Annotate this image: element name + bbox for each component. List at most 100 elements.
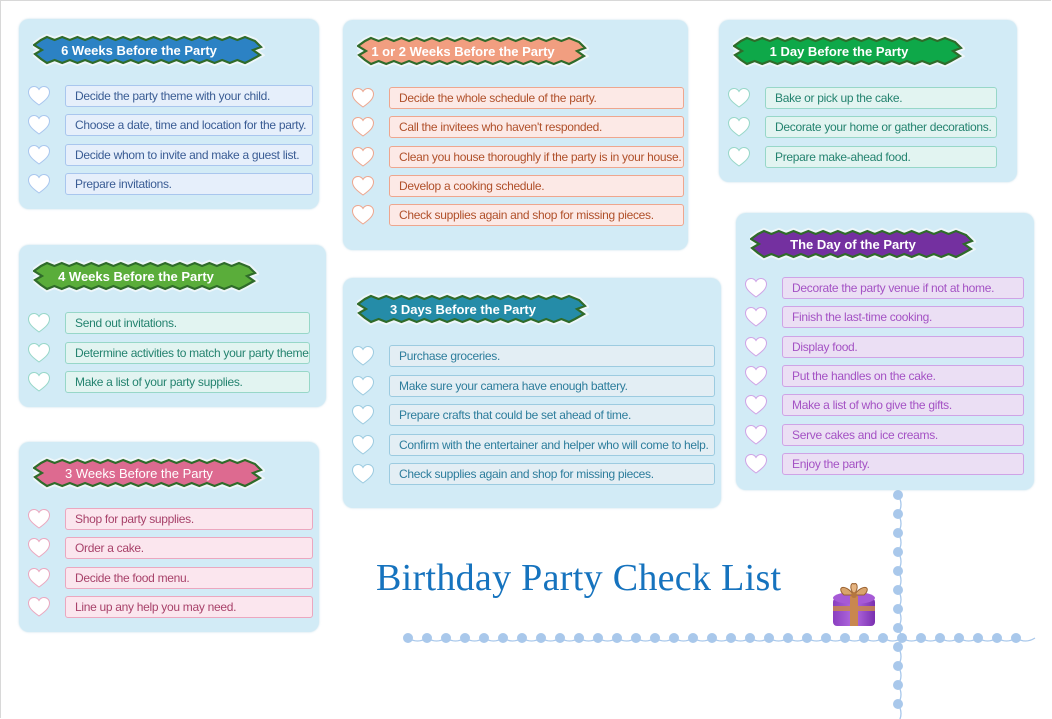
- checklist-item: Finish the last-time cooking.: [782, 306, 1024, 329]
- section-heading: The Day of the Party: [790, 236, 916, 252]
- checklist-item: Call the invitees who haven't responded.: [389, 116, 684, 139]
- checklist-item: Make a list of who give the gifts.: [782, 394, 1024, 417]
- checklist-item: Enjoy the party.: [782, 452, 1024, 475]
- heart-checkbox-icon[interactable]: [27, 85, 51, 107]
- heart-checkbox-icon[interactable]: [744, 306, 768, 328]
- bead: [893, 680, 903, 690]
- checklist-row: Send out invitations.: [27, 312, 310, 334]
- heart-checkbox-icon[interactable]: [27, 508, 51, 530]
- checklist-row: Check supplies again and shop for missin…: [351, 204, 684, 227]
- heart-checkbox-icon[interactable]: [351, 434, 375, 456]
- bead: [893, 623, 903, 633]
- heart-checkbox-icon[interactable]: [27, 114, 51, 136]
- bead: [707, 633, 717, 643]
- heart-checkbox-icon[interactable]: [351, 146, 375, 168]
- heart-checkbox-icon[interactable]: [27, 312, 51, 334]
- checklist-item: Line up any help you may need.: [65, 595, 313, 618]
- heart-checkbox-icon[interactable]: [351, 87, 375, 109]
- bead: [688, 633, 698, 643]
- bead: [612, 633, 622, 643]
- section-heading: 4 Weeks Before the Party: [58, 268, 214, 284]
- checklist-row: Make sure your camera have enough batter…: [351, 374, 715, 397]
- bead: [574, 633, 584, 643]
- bead: [631, 633, 641, 643]
- section-card-one-two-weeks: 1 or 2 Weeks Before the Party Decide the …: [343, 20, 688, 250]
- bead: [403, 633, 413, 643]
- bead: [669, 633, 679, 643]
- bead: [893, 699, 903, 709]
- heart-checkbox-icon[interactable]: [27, 371, 51, 393]
- bead: [893, 604, 903, 614]
- heart-checkbox-icon[interactable]: [27, 596, 51, 618]
- heart-checkbox-icon[interactable]: [744, 453, 768, 475]
- heart-checkbox-icon[interactable]: [727, 146, 751, 168]
- checklist-row: Decorate the party venue if not at home.: [744, 277, 1024, 299]
- checklist-item: Send out invitations.: [65, 312, 310, 334]
- checklist-item: Decide the party theme with your child.: [65, 85, 313, 107]
- heart-checkbox-icon[interactable]: [727, 116, 751, 138]
- bead: [441, 633, 451, 643]
- bead: [517, 633, 527, 643]
- heart-checkbox-icon[interactable]: [27, 342, 51, 364]
- checklist-item: Serve cakes and ice creams.: [782, 423, 1024, 446]
- checklist-item: Decorate your home or gather decorations…: [765, 116, 997, 139]
- checklist-row: Purchase groceries.: [351, 345, 715, 367]
- checklist-item: Determine activities to match your party…: [65, 341, 310, 364]
- section-card-three-days: 3 Days Before the Party Purchase grocerie…: [343, 278, 721, 508]
- checklist-item: Prepare make-ahead food.: [765, 145, 997, 168]
- bead: [973, 633, 983, 643]
- heart-checkbox-icon[interactable]: [744, 394, 768, 416]
- bead: [893, 566, 903, 576]
- heart-checkbox-icon[interactable]: [351, 175, 375, 197]
- checklist-row: Order a cake.: [27, 537, 313, 560]
- page-title: Birthday Party Check List: [376, 557, 782, 599]
- checklist-row: Prepare invitations.: [27, 172, 313, 195]
- checklist-row: Prepare make-ahead food.: [727, 145, 997, 168]
- bead: [954, 633, 964, 643]
- checklist-row: Clean you house thoroughly if the party …: [351, 145, 684, 168]
- checklist-row: Line up any help you may need.: [27, 595, 313, 618]
- bead: [893, 661, 903, 671]
- section-card-three-weeks: 3 Weeks Before the Party Shop for party s…: [19, 442, 319, 632]
- checklist-row: Shop for party supplies.: [27, 508, 313, 530]
- checklist-row: Check supplies again and shop for missin…: [351, 463, 715, 485]
- heart-checkbox-icon[interactable]: [27, 144, 51, 166]
- checklist-item: Make a list of your party supplies.: [65, 371, 310, 393]
- bead: [593, 633, 603, 643]
- section-card-one-day: 1 Day Before the Party Bake or pick up th…: [719, 20, 1017, 182]
- heart-checkbox-icon[interactable]: [744, 336, 768, 358]
- heart-checkbox-icon[interactable]: [351, 204, 375, 226]
- bead: [783, 633, 793, 643]
- checklist-row: Call the invitees who haven't responded.: [351, 116, 684, 139]
- heart-checkbox-icon[interactable]: [727, 87, 751, 109]
- checklist-item: Develop a cooking schedule.: [389, 174, 684, 197]
- checklist-item: Confirm with the entertainer and helper …: [389, 433, 715, 456]
- checklist-row: Prepare crafts that could be set ahead o…: [351, 404, 715, 426]
- checklist-item: Decide the food menu.: [65, 566, 313, 589]
- heart-checkbox-icon[interactable]: [744, 277, 768, 299]
- bead: [916, 633, 926, 643]
- checklist-row: Display food.: [744, 335, 1024, 358]
- checklist-row: Decide the food menu.: [27, 566, 313, 589]
- heart-checkbox-icon[interactable]: [351, 463, 375, 485]
- checklist-item: Decide whom to invite and make a guest l…: [65, 143, 313, 166]
- bead: [893, 509, 903, 519]
- checklist-row: Finish the last-time cooking.: [744, 306, 1024, 329]
- heart-checkbox-icon[interactable]: [744, 365, 768, 387]
- heart-checkbox-icon[interactable]: [27, 173, 51, 195]
- heart-checkbox-icon[interactable]: [351, 116, 375, 138]
- bead: [745, 633, 755, 643]
- gift-box-icon: [830, 578, 878, 635]
- checklist-item: Choose a date, time and location for the…: [65, 114, 313, 137]
- checklist-item: Prepare invitations.: [65, 172, 313, 195]
- bead: [1011, 633, 1021, 643]
- heart-checkbox-icon[interactable]: [744, 424, 768, 446]
- heart-checkbox-icon[interactable]: [351, 404, 375, 426]
- checklist-row: Serve cakes and ice creams.: [744, 423, 1024, 446]
- heart-checkbox-icon[interactable]: [27, 537, 51, 559]
- bead: [893, 547, 903, 557]
- heart-checkbox-icon[interactable]: [351, 345, 375, 367]
- checklist-item: Clean you house thoroughly if the party …: [389, 145, 684, 168]
- heart-checkbox-icon[interactable]: [27, 567, 51, 589]
- heart-checkbox-icon[interactable]: [351, 375, 375, 397]
